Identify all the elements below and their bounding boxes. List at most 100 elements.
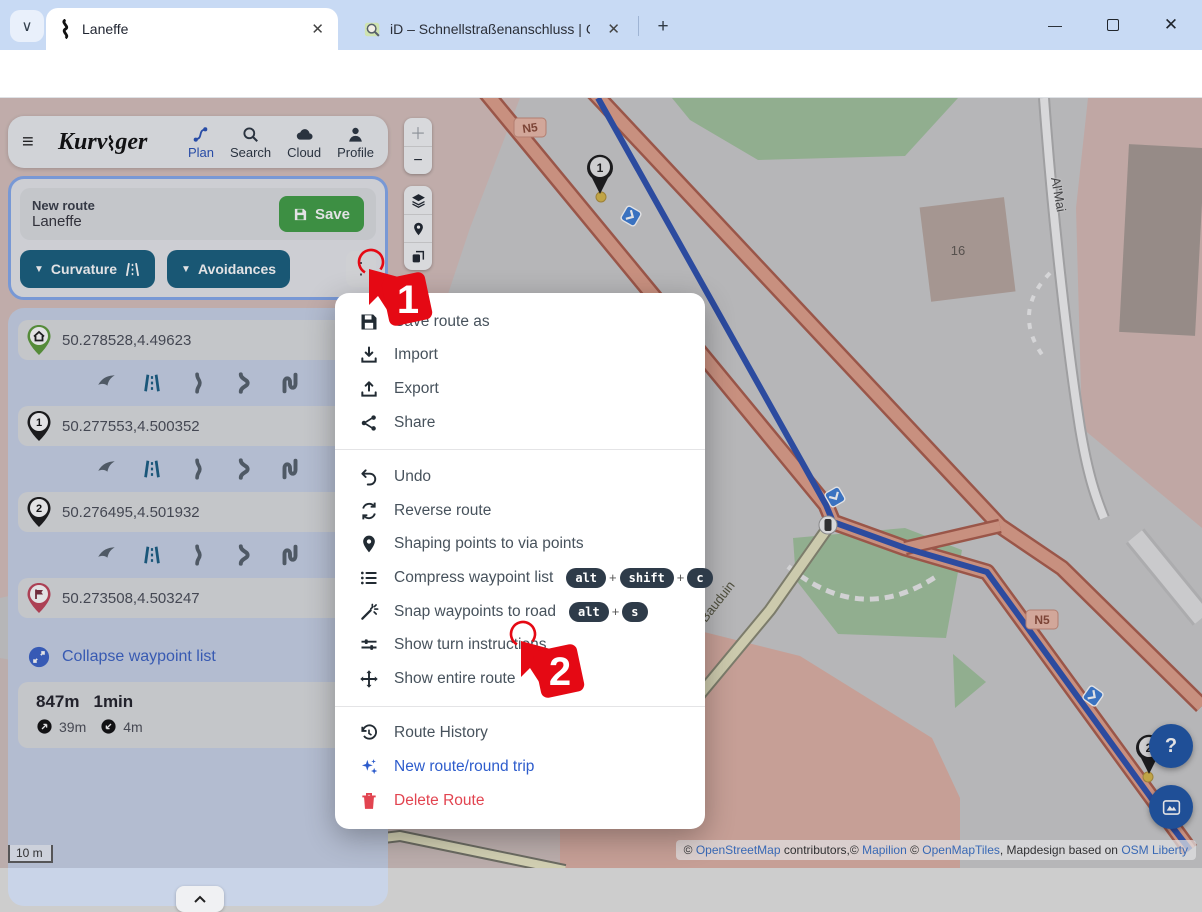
attribution-link[interactable]: OpenMapTiles [922,843,1000,857]
route-stats-card: 847m 1min 39m 4m [18,682,378,748]
route-name-field[interactable]: New route Laneffe Save [20,188,376,240]
attribution-link[interactable]: OSM Liberty [1121,843,1188,857]
curve3-icon[interactable] [279,372,301,394]
avoidances-label: Avoidances [198,261,276,277]
menu-item-show-entire-route[interactable]: Show entire route [335,662,705,696]
hamburger-menu-icon[interactable]: ≡ [22,131,44,154]
waypoint-coordinates[interactable]: 50.277553,4.500352 [62,418,200,435]
segment-routing-options [18,364,378,402]
menu-divider [335,706,705,707]
tab-laneffe[interactable]: Laneffe ✕ [46,8,338,50]
bird-icon[interactable] [95,458,117,480]
motorway-icon[interactable] [141,372,163,394]
search-icon [241,125,260,144]
turns-icon [359,635,379,655]
save-button[interactable]: Save [279,196,364,232]
curve2-icon[interactable] [233,458,255,480]
menu-divider [335,449,705,450]
curve1-icon[interactable] [187,544,209,566]
poi-button[interactable] [404,214,432,242]
motorway-icon[interactable] [141,458,163,480]
close-tab-icon[interactable]: ✕ [605,20,622,38]
sidebar-nav-plan[interactable]: Plan [188,125,214,160]
curve1-icon[interactable] [187,372,209,394]
menu-item-compress-waypoint-list[interactable]: Compress waypoint listalt+shift+c [335,561,705,595]
elevation-chart-icon [1161,797,1182,818]
menu-item-snap-waypoints-to-road[interactable]: Snap waypoints to roadalt+s [335,595,705,629]
bird-icon[interactable] [95,372,117,394]
waypoint-row[interactable]: 50.273508,4.503247 ⋮ [18,578,378,618]
maximize-icon [1107,19,1119,31]
menu-item-label: Import [394,346,438,364]
waypoint-coordinates[interactable]: 50.276495,4.501932 [62,504,200,521]
tab-search-button[interactable]: ∨ [10,10,44,42]
menu-item-show-turn-instructions[interactable]: Show turn instructions [335,628,705,662]
kurviger-logo[interactable]: Kurv ger [58,129,147,156]
route-options-button[interactable]: ⋮ [346,251,376,287]
map-compare-button[interactable] [404,242,432,270]
svg-text:1: 1 [597,161,604,175]
tab-id-editor[interactable]: iD – Schnellstraßenanschluss | C ✕ [352,8,634,50]
curve3-icon[interactable] [279,544,301,566]
route-descent: 4m [123,719,142,735]
menu-item-label: Show turn instructions [394,636,547,654]
motorway-icon[interactable] [141,544,163,566]
route-name-value[interactable]: Laneffe [32,213,95,230]
close-tab-icon[interactable]: ✕ [309,20,326,38]
attribution-link[interactable]: OpenStreetMap [696,843,781,857]
zoom-in-button[interactable]: ＋ [404,118,432,146]
curvature-button[interactable]: ▼ Curvature [20,250,155,288]
sidebar-nav: Plan Search Cloud Profile [188,125,374,160]
curve2-icon[interactable] [233,372,255,394]
menu-item-route-history[interactable]: Route History [335,717,705,751]
avoidances-button[interactable]: ▼ Avoidances [167,250,290,288]
attribution-link[interactable]: Mapilion [862,843,907,857]
menu-item-new-route-round-trip[interactable]: New route/round trip [335,750,705,784]
collapse-panel-button[interactable] [176,886,224,912]
menu-item-delete-route[interactable]: Delete Route [335,784,705,818]
chevron-down-icon: ▼ [34,264,44,275]
window-close-button[interactable]: ✕ [1150,10,1192,40]
sidebar-nav-cloud[interactable]: Cloud [287,125,321,160]
menu-item-import[interactable]: Import [335,339,705,373]
curve2-icon[interactable] [233,544,255,566]
waypoint-marker-2-icon: 2 [26,496,52,528]
export-icon [359,379,379,399]
waypoint-coordinates[interactable]: 50.278528,4.49623 [62,332,191,349]
map-building-right [1119,144,1202,336]
bird-icon[interactable] [95,544,117,566]
waypoint-coordinates[interactable]: 50.273508,4.503247 [62,590,200,607]
map-scale: 10 m [8,845,53,863]
sidebar-nav-profile[interactable]: Profile [337,125,374,160]
menu-item-save-route-as[interactable]: Save route as [335,305,705,339]
road-shield-n5: N5 [1026,610,1058,629]
tab-title: iD – Schnellstraßenanschluss | C [390,21,590,37]
waypoint-row[interactable]: 2 50.276495,4.501932 ⋮ [18,492,378,532]
window-maximize-button[interactable] [1092,10,1134,40]
layers-button[interactable] [404,186,432,214]
collapse-waypoint-list[interactable]: Collapse waypoint list [28,646,378,668]
house-number-16: 16 [951,243,965,258]
save-label: Save [315,206,350,223]
ascent-icon [36,718,53,735]
menu-item-shaping-points-to-via-points[interactable]: Shaping points to via points [335,528,705,562]
menu-item-reverse-route[interactable]: Reverse route [335,494,705,528]
waypoint-row[interactable]: 1 50.277553,4.500352 ⋮ [18,406,378,446]
segment-routing-options [18,536,378,574]
waypoint-row[interactable]: 50.278528,4.49623 ⋮ [18,320,378,360]
curve3-icon[interactable] [279,458,301,480]
menu-item-label: Export [394,380,439,398]
elevation-profile-fab[interactable] [1149,785,1193,829]
help-fab[interactable]: ? [1149,724,1193,768]
menu-item-label: Share [394,414,435,432]
zoom-out-button[interactable]: − [404,146,432,174]
curve1-icon[interactable] [187,458,209,480]
window-minimize-button[interactable]: — [1034,10,1076,40]
menu-item-export[interactable]: Export [335,372,705,406]
menu-item-undo[interactable]: Undo [335,460,705,494]
menu-item-label: Snap waypoints to road [394,603,556,621]
sidebar-nav-search[interactable]: Search [230,125,271,160]
nav-label: Cloud [287,145,321,160]
new-tab-button[interactable]: + [650,14,676,40]
menu-item-share[interactable]: Share [335,406,705,440]
